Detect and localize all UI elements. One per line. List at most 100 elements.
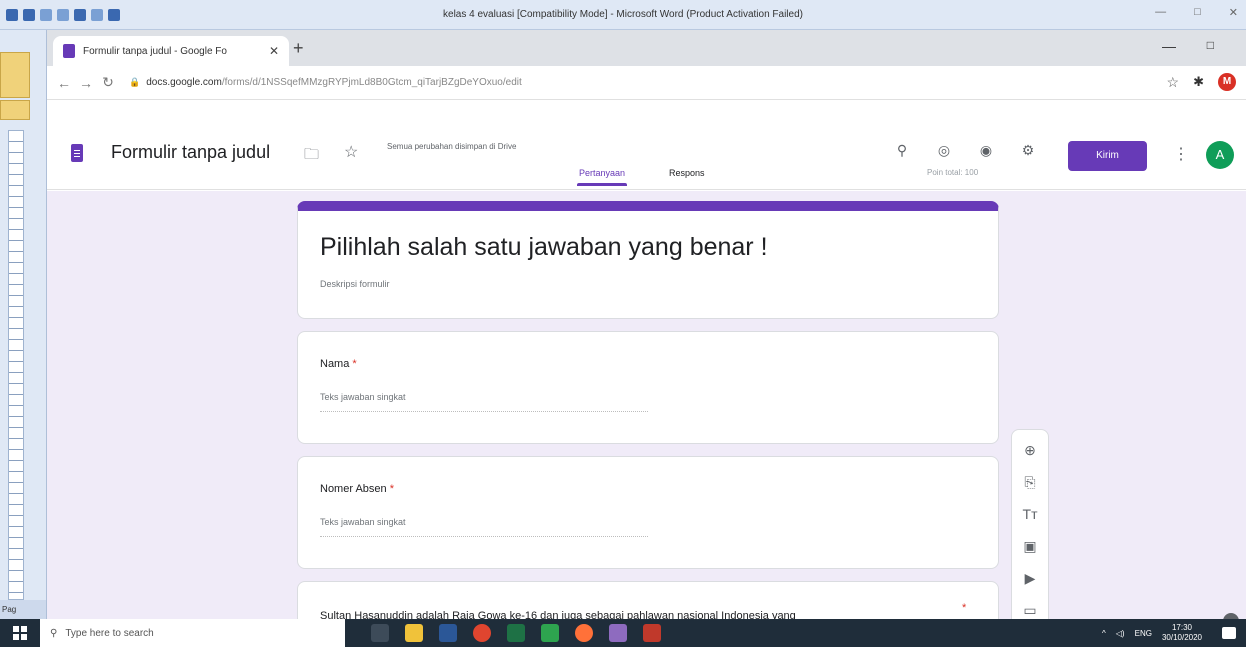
excel-icon[interactable] — [507, 624, 525, 642]
palette-icon[interactable]: ◎ — [934, 140, 954, 160]
word-status-fragment: Pag — [0, 600, 46, 620]
word-app-icon[interactable] — [6, 8, 18, 21]
question-card[interactable]: Nama * Teks jawaban singkat — [297, 331, 999, 444]
tab-questions[interactable]: Pertanyaan — [576, 168, 628, 186]
question-toolbar: ⊕ ⎘ Tт ▣ ▶ ▭ — [1011, 429, 1049, 619]
vertical-ruler — [8, 130, 24, 600]
new-tab-icon[interactable]: + — [293, 38, 304, 59]
browser-window: Formulir tanpa judul - Google Fo ✕ + — □… — [47, 30, 1246, 619]
word-icon[interactable] — [439, 624, 457, 642]
maximize-icon[interactable]: □ — [1194, 6, 1201, 19]
search-placeholder: Type here to search — [65, 627, 154, 639]
folder-icon[interactable]: 🗀 — [304, 144, 319, 169]
word-titlebar: kelas 4 evaluasi [Compatibility Mode] - … — [0, 0, 1246, 30]
forms-logo-icon[interactable] — [71, 144, 83, 162]
forms-favicon-icon — [63, 44, 75, 58]
system-tray: ^ ◁) ENG 17:30 30/10/2020 — [1102, 619, 1236, 647]
profile-avatar[interactable]: M — [1218, 73, 1236, 91]
url-path: /forms/d/1NSSqefMMzgRYPjmLd8B0Gtcm_qiTar… — [221, 77, 522, 88]
tab-strip: Formulir tanpa judul - Google Fo ✕ + — □ — [47, 30, 1246, 66]
firefox-icon[interactable] — [575, 624, 593, 642]
preview-eye-icon[interactable]: ◉ — [976, 140, 996, 160]
bookmark-star-icon[interactable]: ☆ — [1167, 74, 1180, 91]
word-quick-access-toolbar — [0, 8, 120, 21]
question-label[interactable]: Nama * — [320, 358, 357, 370]
paint-icon[interactable] — [609, 624, 627, 642]
url-input[interactable]: 🔒 docs.google.com/forms/d/1NSSqefMMzgRYP… — [129, 70, 1179, 95]
short-answer-placeholder: Teks jawaban singkat — [320, 392, 648, 412]
word-window-controls: — □ ✕ — [1155, 6, 1238, 19]
notification-icon[interactable] — [1222, 627, 1236, 639]
windows-logo-icon — [13, 626, 27, 640]
word-ribbon-tab[interactable] — [0, 100, 30, 120]
required-mark: * — [352, 358, 357, 370]
add-video-icon[interactable]: ▶ — [1020, 568, 1040, 588]
more-vert-icon[interactable]: ⋮ — [1173, 144, 1189, 164]
add-section-icon[interactable]: ▭ — [1020, 600, 1040, 619]
question-card[interactable]: Nomer Absen * Teks jawaban singkat — [297, 456, 999, 569]
close-icon[interactable]: ✕ — [1229, 6, 1238, 19]
start-button[interactable] — [0, 619, 40, 647]
tab-close-icon[interactable]: ✕ — [269, 44, 279, 58]
file-explorer-icon[interactable] — [405, 624, 423, 642]
print-preview-icon[interactable] — [91, 8, 103, 21]
language-indicator[interactable]: ENG — [1135, 629, 1152, 638]
browser-minimize-icon[interactable]: — — [1162, 38, 1176, 54]
form-title-card[interactable]: Pilihlah salah satu jawaban yang benar !… — [297, 201, 999, 319]
app-green-icon[interactable] — [541, 624, 559, 642]
lock-icon[interactable]: 🔒 — [129, 77, 140, 88]
add-title-icon[interactable]: Tт — [1020, 504, 1040, 524]
clock-time: 17:30 — [1171, 623, 1192, 632]
short-answer-placeholder: Teks jawaban singkat — [320, 517, 648, 537]
task-view-icon[interactable] — [371, 624, 389, 642]
required-mark: * — [962, 602, 967, 614]
browser-maximize-icon[interactable]: □ — [1207, 38, 1214, 52]
back-icon[interactable]: ← — [53, 75, 75, 91]
document-name[interactable]: Formulir tanpa judul — [111, 142, 270, 163]
word-left-pane: Pag — [0, 30, 47, 620]
browser-tab[interactable]: Formulir tanpa judul - Google Fo ✕ — [53, 36, 289, 66]
settings-gear-icon[interactable]: ⚙ — [1018, 140, 1038, 160]
tab-responses[interactable]: Respons — [669, 168, 705, 178]
minimize-icon[interactable]: — — [1155, 6, 1166, 19]
form-title[interactable]: Pilihlah salah satu jawaban yang benar ! — [320, 233, 768, 262]
volume-icon[interactable]: ◁) — [1116, 629, 1125, 638]
chart-icon[interactable] — [108, 8, 120, 21]
account-avatar[interactable]: A — [1206, 141, 1234, 169]
url-host: docs.google.com — [146, 77, 222, 88]
form-description[interactable]: Deskripsi formulir — [320, 279, 390, 289]
question-label[interactable]: Sultan Hasanuddin adalah Raja Gowa ke-16… — [320, 610, 796, 619]
save-icon[interactable] — [23, 8, 35, 21]
taskbar: ⚲ Type here to search ^ ◁) ENG 17:30 30/… — [0, 619, 1246, 647]
required-mark: * — [389, 483, 394, 495]
search-icon: ⚲ — [50, 627, 58, 639]
question-label[interactable]: Nomer Absen * — [320, 483, 394, 495]
taskbar-search[interactable]: ⚲ Type here to search — [40, 619, 345, 647]
word-window-title: kelas 4 evaluasi [Compatibility Mode] - … — [443, 9, 803, 20]
add-question-icon[interactable]: ⊕ — [1020, 440, 1040, 460]
app-red-icon[interactable] — [643, 624, 661, 642]
question-card[interactable]: Sultan Hasanuddin adalah Raja Gowa ke-16… — [297, 581, 999, 619]
add-image-icon[interactable]: ▣ — [1020, 536, 1040, 556]
undo-icon[interactable] — [40, 8, 52, 21]
clock[interactable]: 17:30 30/10/2020 — [1162, 623, 1202, 643]
extensions-puzzle-icon[interactable]: ✱ — [1193, 74, 1204, 90]
tab-title: Formulir tanpa judul - Google Fo — [83, 45, 227, 57]
taskbar-apps — [371, 624, 661, 642]
send-button[interactable]: Kirim — [1068, 141, 1147, 171]
clock-date: 30/10/2020 — [1161, 633, 1202, 642]
addons-puzzle-icon[interactable]: ⚲ — [892, 140, 912, 160]
redo-icon[interactable] — [57, 8, 69, 21]
import-questions-icon[interactable]: ⎘ — [1020, 472, 1040, 492]
star-icon[interactable]: ☆ — [344, 142, 358, 162]
forward-icon[interactable]: → — [75, 75, 97, 91]
word-ribbon-tab[interactable] — [0, 52, 30, 98]
reload-icon[interactable]: ↻ — [97, 74, 119, 91]
tray-chevron-icon[interactable]: ^ — [1102, 629, 1106, 638]
save-status: Semua perubahan disimpan di Drive — [387, 142, 517, 151]
header-icons: ⚲ ◎ ◉ ⚙ — [892, 140, 1038, 160]
form-editor: Pilihlah salah satu jawaban yang benar !… — [47, 191, 1246, 619]
chrome-icon[interactable] — [473, 624, 491, 642]
new-document-icon[interactable] — [74, 8, 86, 21]
toolbar-right: ☆ ✱ M — [1167, 73, 1236, 91]
